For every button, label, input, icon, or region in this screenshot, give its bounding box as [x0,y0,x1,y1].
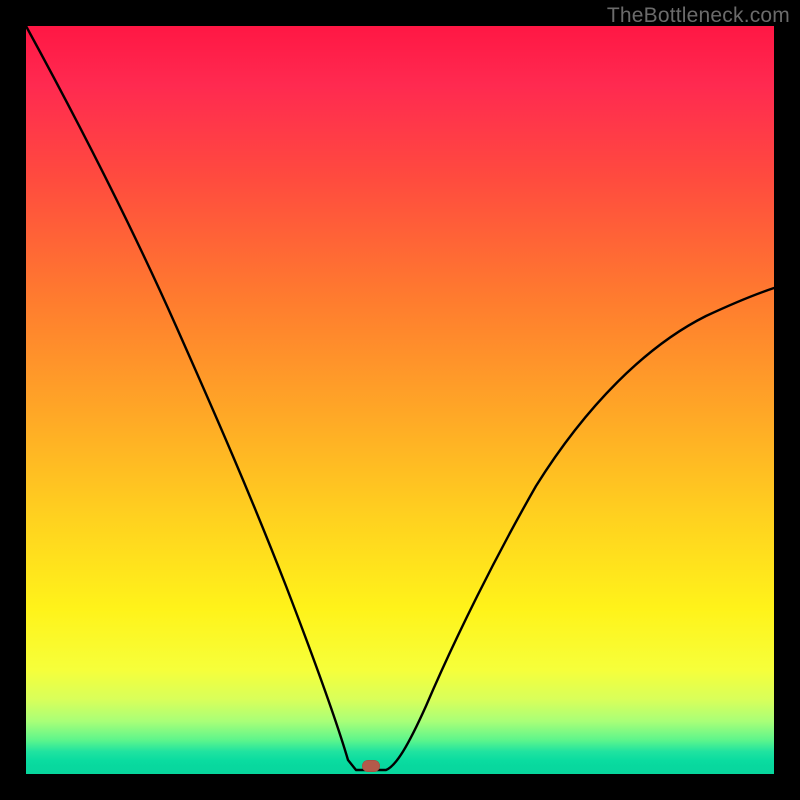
plot-area [26,26,774,774]
bottleneck-curve [26,26,774,774]
minimum-marker [362,760,380,772]
outer-frame: TheBottleneck.com [0,0,800,800]
watermark-text: TheBottleneck.com [607,4,790,28]
